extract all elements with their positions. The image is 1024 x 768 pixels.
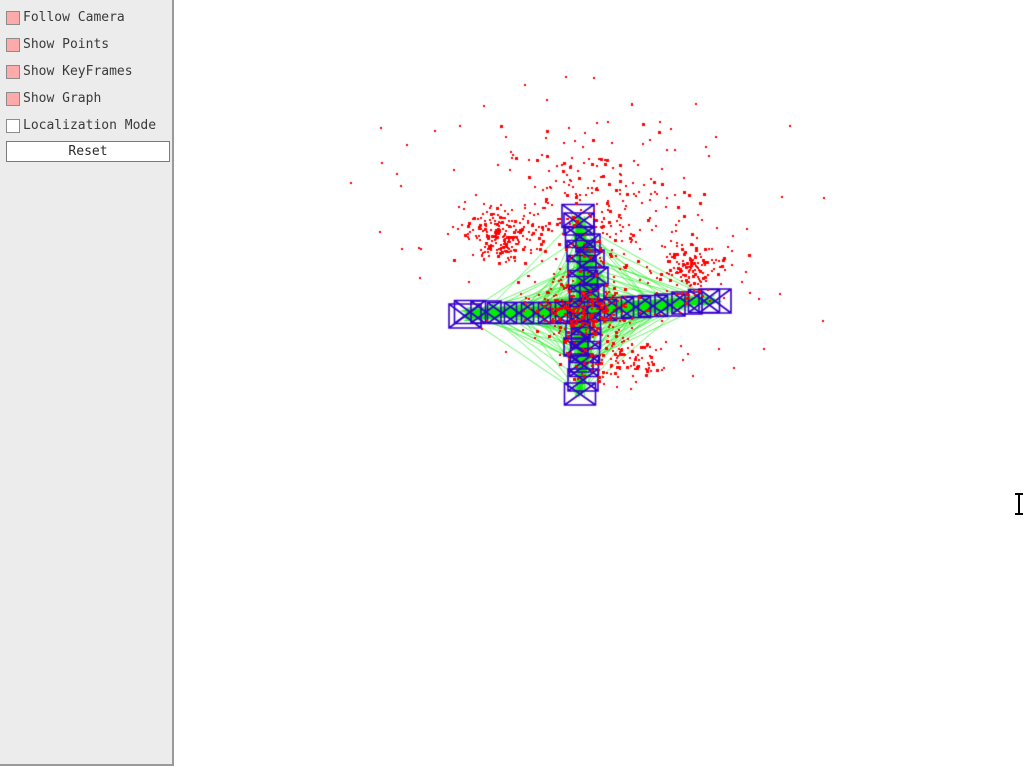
checkbox-label-show-points: Show Points xyxy=(23,37,110,52)
map-viewport[interactable] xyxy=(176,0,1024,768)
checkbox-show-points[interactable] xyxy=(6,38,20,52)
checkbox-row-follow-camera[interactable]: Follow Camera xyxy=(6,9,125,27)
control-panel: Follow Camera Show Points Show KeyFrames… xyxy=(0,0,174,766)
checkbox-label-follow-camera: Follow Camera xyxy=(23,10,125,25)
checkbox-row-show-keyframes[interactable]: Show KeyFrames xyxy=(6,63,133,81)
checkbox-label-show-keyframes: Show KeyFrames xyxy=(23,64,133,79)
checkbox-show-graph[interactable] xyxy=(6,92,20,106)
checkbox-localization-mode[interactable] xyxy=(6,119,20,133)
checkbox-row-show-points[interactable]: Show Points xyxy=(6,36,109,54)
checkbox-row-show-graph[interactable]: Show Graph xyxy=(6,90,101,108)
map-point-cloud-canvas[interactable] xyxy=(176,0,1024,768)
checkbox-row-localization-mode[interactable]: Localization Mode xyxy=(6,117,156,135)
reset-button[interactable]: Reset xyxy=(6,141,170,162)
checkbox-show-keyframes[interactable] xyxy=(6,65,20,79)
checkbox-follow-camera[interactable] xyxy=(6,11,20,25)
checkbox-label-show-graph: Show Graph xyxy=(23,91,102,106)
checkbox-label-localization-mode: Localization Mode xyxy=(23,118,157,133)
